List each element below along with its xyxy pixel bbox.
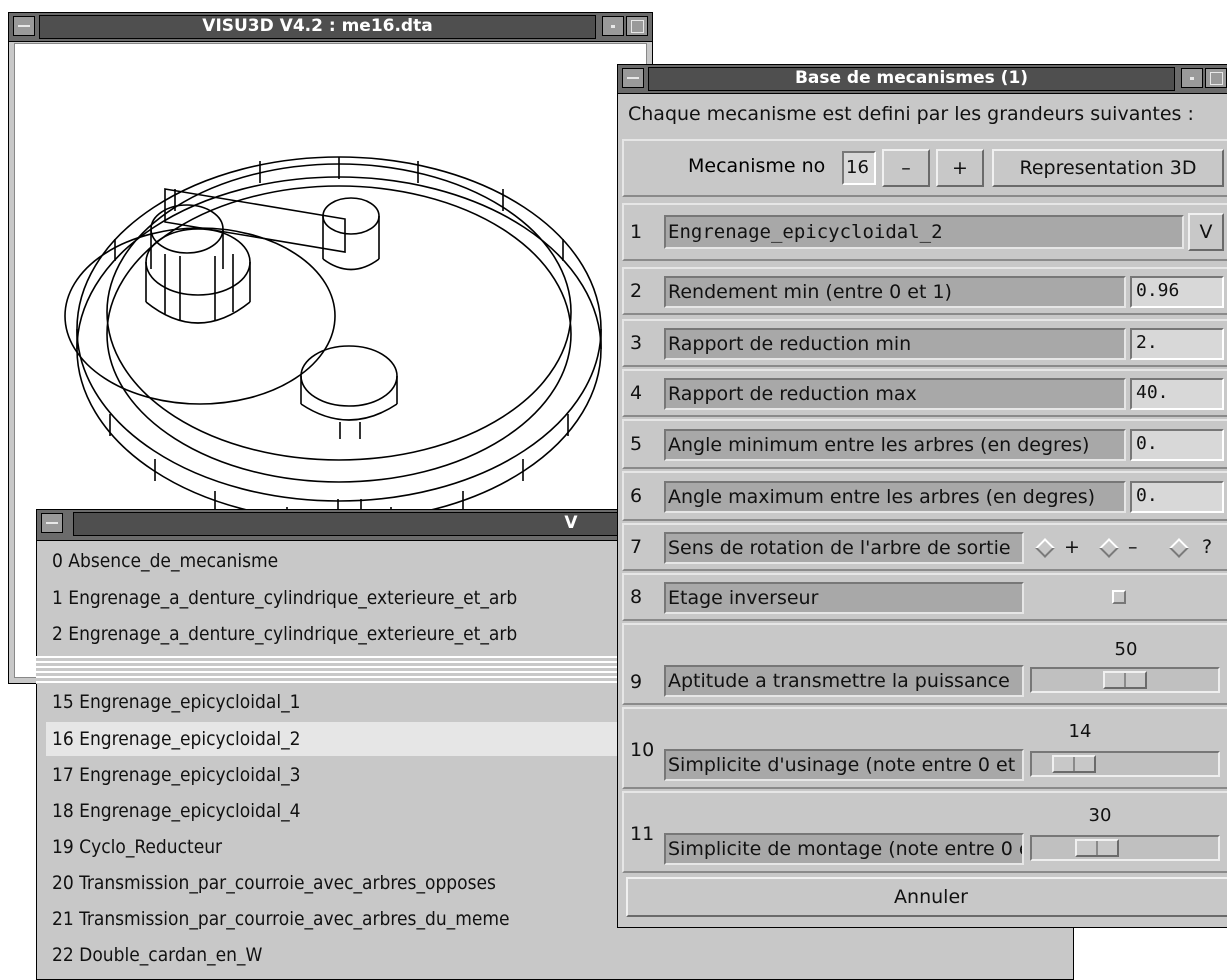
- dialog-titlebar[interactable]: Base de mecanismes (1): [618, 65, 1227, 94]
- window-menu-button[interactable]: [622, 68, 644, 88]
- minimize-button[interactable]: [1181, 68, 1203, 88]
- param-label: Simplicite de montage (note entre 0 et 1…: [664, 833, 1024, 865]
- minimize-button[interactable]: [602, 16, 624, 36]
- slider-thumb[interactable]: [1052, 755, 1096, 773]
- mechanism-dropdown-button[interactable]: V: [1188, 213, 1224, 251]
- slider-thumb[interactable]: [1103, 671, 1147, 689]
- list-item[interactable]: 17 Engrenage_epicycloidal_3: [52, 758, 301, 792]
- mechanism-base-dialog: Base de mecanismes (1) Chaque mecanisme …: [617, 64, 1227, 928]
- row-number: 3: [630, 332, 643, 354]
- param-row-7: 7 Sens de rotation de l'arbre de sortie …: [622, 523, 1227, 571]
- param-row-8: 8 Etage inverseur: [622, 573, 1227, 621]
- row-number: 8: [630, 586, 643, 608]
- param-label: Sens de rotation de l'arbre de sortie: [664, 532, 1024, 564]
- list-item[interactable]: 2 Engrenage_a_denture_cylindrique_exteri…: [52, 617, 517, 651]
- dialog-intro: Chaque mecanisme est defini par les gran…: [628, 103, 1194, 125]
- param-row-10: 10 14 Simplicite d'usinage (note entre 0…: [622, 707, 1227, 789]
- param-row-3: 3 Rapport de reduction min 2.: [622, 319, 1227, 367]
- param-value-field[interactable]: 0.: [1130, 429, 1224, 461]
- param-row-1: 1 Engrenage_epicycloidal_2 V: [622, 203, 1227, 261]
- list-item[interactable]: 19 Cyclo_Reducteur: [52, 830, 222, 864]
- row-number: 9: [630, 671, 643, 693]
- param-label: Rapport de reduction min: [664, 328, 1126, 360]
- aptitude-slider[interactable]: [1030, 667, 1220, 693]
- mecanisme-label: Mecanisme no: [688, 155, 826, 177]
- radio-plus-label: +: [1064, 536, 1080, 558]
- dialog-title: Base de mecanismes (1): [648, 67, 1175, 91]
- radio-plus[interactable]: [1035, 538, 1055, 558]
- slider-value: 50: [1114, 639, 1138, 660]
- param-label: Rapport de reduction max: [664, 378, 1126, 410]
- slider-value: 14: [1068, 721, 1092, 742]
- param-value-field[interactable]: 40.: [1130, 378, 1224, 410]
- radio-unknown-label: ?: [1202, 536, 1213, 558]
- row-number: 1: [630, 221, 643, 243]
- usinage-slider[interactable]: [1030, 751, 1220, 777]
- list-item[interactable]: 0 Absence_de_mecanisme: [52, 544, 278, 578]
- montage-slider[interactable]: [1030, 835, 1220, 861]
- param-value-field[interactable]: 0.: [1130, 481, 1224, 513]
- window-menu-button[interactable]: [13, 16, 35, 36]
- inverseur-checkbox[interactable]: [1112, 590, 1126, 604]
- list-item[interactable]: 22 Double_cardan_en_W: [52, 938, 262, 972]
- param-row-6: 6 Angle maximum entre les arbres (en deg…: [622, 471, 1227, 521]
- param-row-9: 9 50 Aptitude a transmettre la puissance: [622, 623, 1227, 705]
- mecanisme-selector-row: Mecanisme no 16 – + Representation 3D: [622, 139, 1227, 197]
- row-number: 10: [630, 739, 655, 761]
- param-row-2: 2 Rendement min (entre 0 et 1) 0.96: [622, 267, 1227, 315]
- decrement-button[interactable]: –: [882, 149, 930, 187]
- row-number: 6: [630, 485, 643, 507]
- visu3d-titlebar[interactable]: VISU3D V4.2 : me16.dta: [9, 13, 652, 42]
- slider-thumb[interactable]: [1075, 839, 1119, 857]
- list-item[interactable]: 16 Engrenage_epicycloidal_2: [52, 722, 301, 756]
- maximize-button[interactable]: [1205, 68, 1227, 88]
- param-label: Angle minimum entre les arbres (en degre…: [664, 429, 1126, 461]
- row-number: 7: [630, 536, 643, 558]
- param-value-field[interactable]: 0.96: [1130, 276, 1224, 308]
- increment-button[interactable]: +: [936, 149, 984, 187]
- list-item[interactable]: 18 Engrenage_epicycloidal_4: [52, 794, 301, 828]
- param-value-field[interactable]: 2.: [1130, 328, 1224, 360]
- row-number: 5: [630, 433, 643, 455]
- row-number: 11: [630, 823, 655, 845]
- param-label: Rendement min (entre 0 et 1): [664, 276, 1126, 308]
- param-row-5: 5 Angle minimum entre les arbres (en deg…: [622, 419, 1227, 469]
- row-number: 4: [630, 382, 643, 404]
- slider-value: 30: [1088, 805, 1112, 826]
- mecanisme-number-field[interactable]: 16: [842, 151, 876, 185]
- radio-unknown[interactable]: [1169, 538, 1189, 558]
- param-label: Etage inverseur: [664, 582, 1024, 614]
- param-label: Simplicite d'usinage (note entre 0 et 10…: [664, 749, 1024, 781]
- param-label: Angle maximum entre les arbres (en degre…: [664, 481, 1126, 513]
- cancel-button[interactable]: Annuler: [626, 877, 1227, 917]
- visu3d-title: VISU3D V4.2 : me16.dta: [39, 15, 596, 39]
- radio-minus[interactable]: [1099, 538, 1119, 558]
- list-item[interactable]: 20 Transmission_par_courroie_avec_arbres…: [52, 866, 496, 900]
- mechanism-type-field[interactable]: Engrenage_epicycloidal_2: [664, 215, 1184, 249]
- list-item[interactable]: 21 Transmission_par_courroie_avec_arbres…: [52, 902, 510, 936]
- representation-3d-button[interactable]: Representation 3D: [992, 149, 1224, 187]
- param-row-11: 11 30 Simplicite de montage (note entre …: [622, 791, 1227, 873]
- radio-minus-label: –: [1128, 536, 1138, 558]
- param-label: Aptitude a transmettre la puissance: [664, 665, 1024, 697]
- window-menu-button[interactable]: [41, 513, 63, 533]
- maximize-button[interactable]: [626, 16, 648, 36]
- param-row-4: 4 Rapport de reduction max 40.: [622, 369, 1227, 417]
- list-item[interactable]: 1 Engrenage_a_denture_cylindrique_exteri…: [52, 581, 517, 615]
- list-item[interactable]: 15 Engrenage_epicycloidal_1: [52, 685, 301, 719]
- row-number: 2: [630, 280, 643, 302]
